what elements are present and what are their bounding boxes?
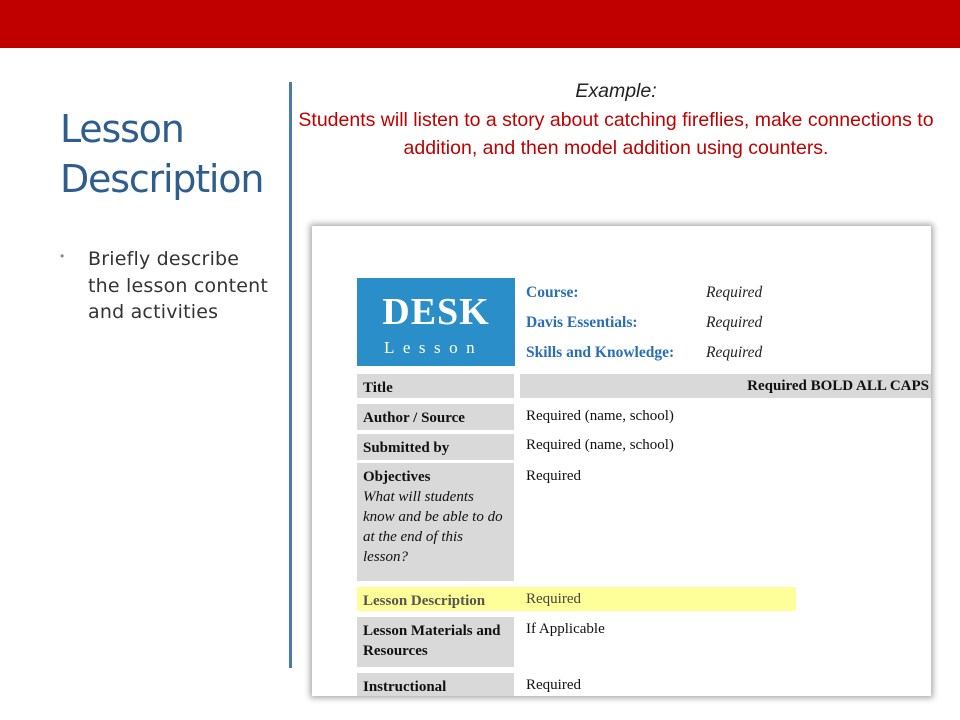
desk-lesson-logo: DESK Lesson bbox=[357, 278, 515, 366]
row-label-objectives: Objectives What will students know and b… bbox=[357, 463, 514, 581]
row-label-materials: Lesson Materials and Resources bbox=[357, 617, 514, 667]
row-label-author: Author / Source bbox=[357, 404, 514, 430]
header-value-skills: Required bbox=[706, 344, 763, 361]
top-accent-bar bbox=[0, 0, 960, 48]
objectives-note: What will students know and be able to d… bbox=[363, 489, 503, 565]
row-label-title: Title bbox=[357, 374, 514, 398]
header-label-skills: Skills and Knowledge: bbox=[526, 344, 675, 361]
example-block: Example: Students will listen to a story… bbox=[296, 77, 936, 163]
bullet-item: • Briefly describe the lesson content an… bbox=[58, 246, 273, 326]
row-label-instructional: Instructional bbox=[357, 673, 514, 696]
header-label-course: Course: bbox=[526, 284, 579, 301]
bullet-dot-icon: • bbox=[60, 249, 65, 263]
title-line-2: Description bbox=[60, 157, 264, 201]
header-value-course: Required bbox=[706, 284, 763, 301]
row-value-lesson-description: Required bbox=[526, 591, 581, 607]
desk-logo-subtitle: Lesson bbox=[384, 338, 484, 357]
bullet-list: • Briefly describe the lesson content an… bbox=[58, 246, 273, 326]
row-label-lesson-description: Lesson Description bbox=[363, 593, 486, 609]
vertical-divider bbox=[289, 82, 292, 668]
row-value-instructional: Required bbox=[526, 677, 581, 693]
example-text: Students will listen to a story about ca… bbox=[298, 108, 934, 160]
row-value-author: Required (name, school) bbox=[526, 408, 674, 424]
desk-logo-title: DESK bbox=[382, 291, 490, 333]
title-line-1: Lesson bbox=[60, 107, 185, 151]
row-value-objectives: Required bbox=[526, 468, 581, 484]
example-label: Example: bbox=[575, 80, 657, 102]
slide-title: Lesson Description bbox=[60, 104, 285, 204]
lesson-form-image: DESK Lesson Course: Required Davis Essen… bbox=[312, 226, 931, 696]
row-value-materials: If Applicable bbox=[526, 621, 605, 637]
header-label-davis-essentials: Davis Essentials: bbox=[526, 314, 638, 331]
header-value-davis-essentials: Required bbox=[706, 314, 763, 331]
row-value-submitted-by: Required (name, school) bbox=[526, 437, 674, 453]
row-value-title: Required BOLD ALL CAPS bbox=[747, 378, 929, 394]
row-label-submitted-by: Submitted by bbox=[357, 434, 514, 460]
bullet-text: Briefly describe the lesson content and … bbox=[88, 248, 269, 323]
